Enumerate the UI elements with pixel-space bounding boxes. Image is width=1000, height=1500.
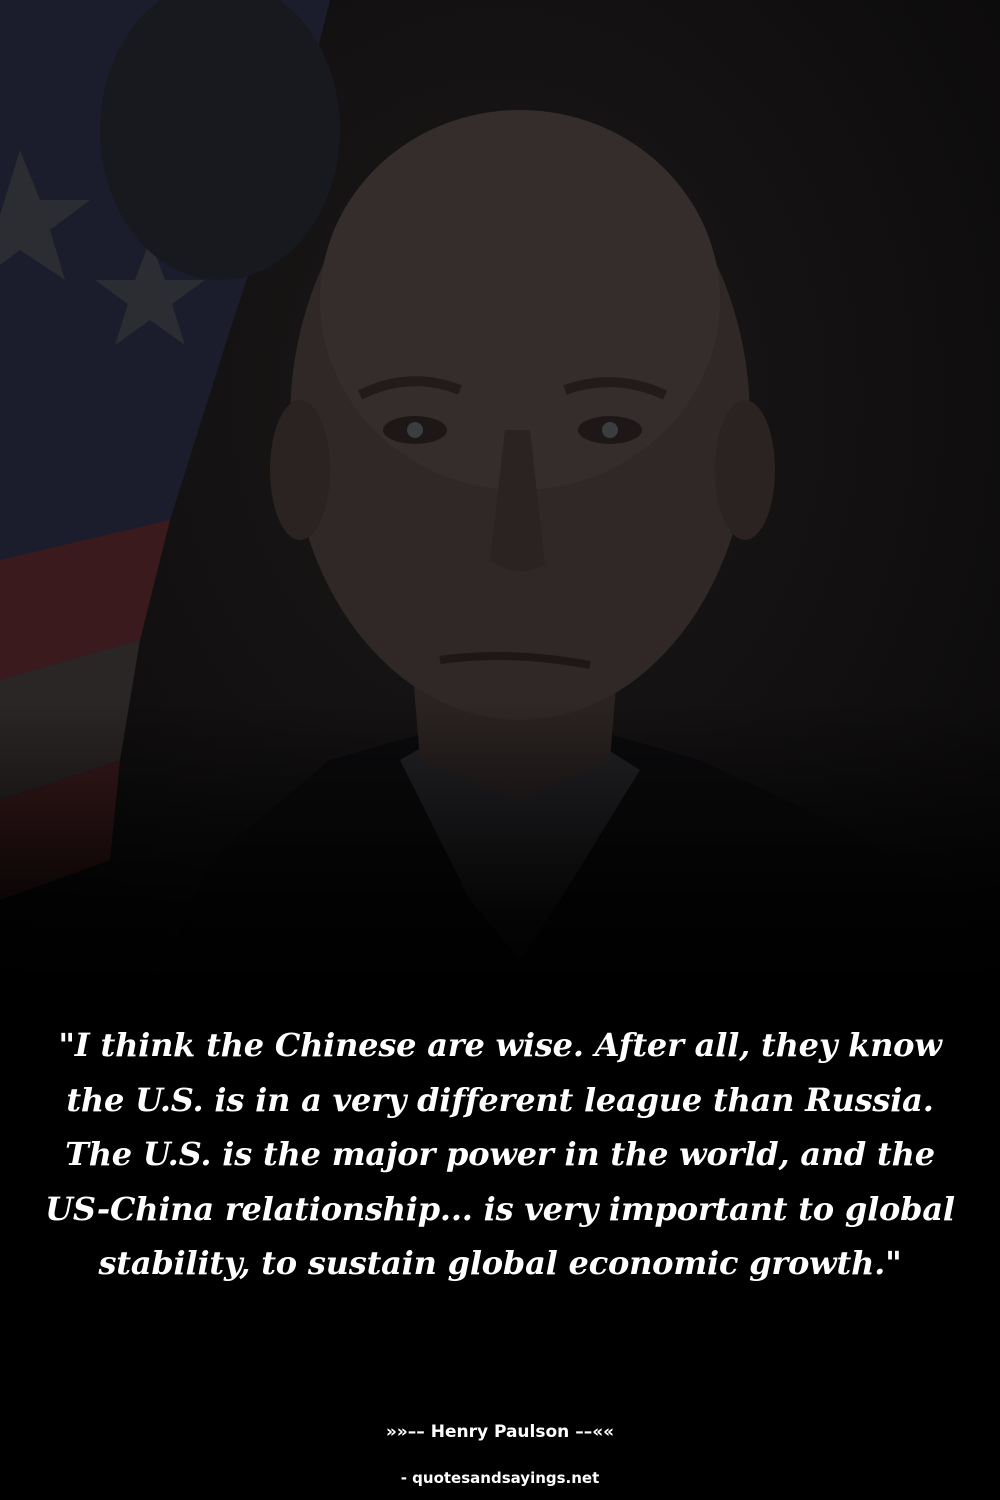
attribution-suffix: ––«« <box>575 1422 615 1442</box>
quote-text: "I think the Chinese are wise. After all… <box>45 1026 955 1282</box>
author-name: Henry Paulson <box>430 1422 570 1442</box>
source-credit: - quotesandsayings.net <box>400 1469 600 1487</box>
attribution-prefix: »»–– <box>385 1422 425 1442</box>
quote-card: "I think the Chinese are wise. After all… <box>0 0 1000 1500</box>
attribution-line: »»–– Henry Paulson ––«« <box>0 1420 1000 1444</box>
photo-fade-overlay <box>0 700 1000 1000</box>
portrait-photo <box>0 0 1000 1000</box>
